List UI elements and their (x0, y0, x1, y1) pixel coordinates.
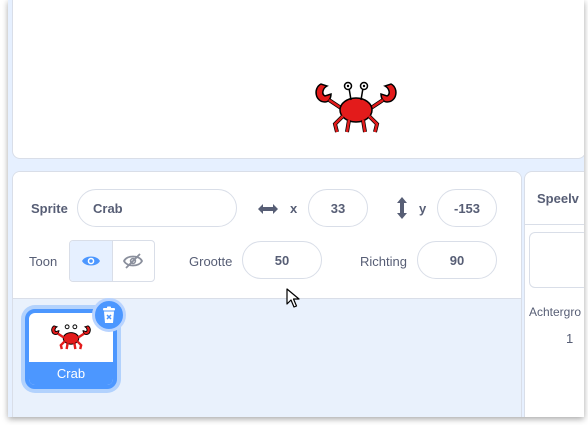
size-input[interactable]: 50 (242, 241, 322, 279)
sprite-info-panel: Sprite Crab x 33 y -153 Toon Grootte 50 … (12, 171, 522, 417)
stage-selector-panel: Speelv Achtergro 1 (524, 171, 584, 417)
stage[interactable] (12, 0, 584, 159)
delete-sprite-button[interactable] (92, 298, 126, 332)
sprite-info-header: Sprite Crab x 33 y -153 Toon Grootte 50 … (13, 172, 521, 299)
sprite-tile-label: Crab (29, 362, 113, 385)
visibility-toggle (69, 240, 155, 282)
crab-sprite[interactable] (311, 74, 401, 136)
vertical-arrows-icon (394, 196, 410, 220)
y-input[interactable]: -153 (437, 189, 497, 227)
stage-header: Speelv (525, 172, 584, 225)
eye-icon (81, 256, 100, 266)
x-label: x (290, 201, 298, 216)
stage-thumbnail[interactable] (529, 232, 584, 288)
sprite-label: Sprite (31, 201, 68, 216)
direction-label: Richting (360, 254, 407, 269)
hide-button[interactable] (113, 241, 155, 281)
x-input[interactable]: 33 (308, 189, 368, 227)
show-label: Toon (29, 254, 58, 269)
y-label: y (419, 201, 427, 216)
show-button[interactable] (70, 241, 113, 281)
trash-icon (103, 306, 115, 323)
stage-tab-label: Speelv (537, 191, 579, 206)
editor-frame: Sprite Crab x 33 y -153 Toon Grootte 50 … (8, 0, 584, 417)
backdrops-label: Achtergro (529, 305, 582, 319)
size-label: Grootte (189, 254, 233, 269)
sprite-name-input[interactable]: Crab (77, 189, 237, 227)
mouse-cursor-icon (286, 288, 300, 308)
direction-input[interactable]: 90 (417, 241, 497, 279)
backdrops-count: 1 (566, 331, 574, 346)
horizontal-arrows-icon (257, 200, 279, 218)
crab-thumbnail-icon (51, 324, 91, 350)
eye-slash-icon (123, 253, 144, 269)
